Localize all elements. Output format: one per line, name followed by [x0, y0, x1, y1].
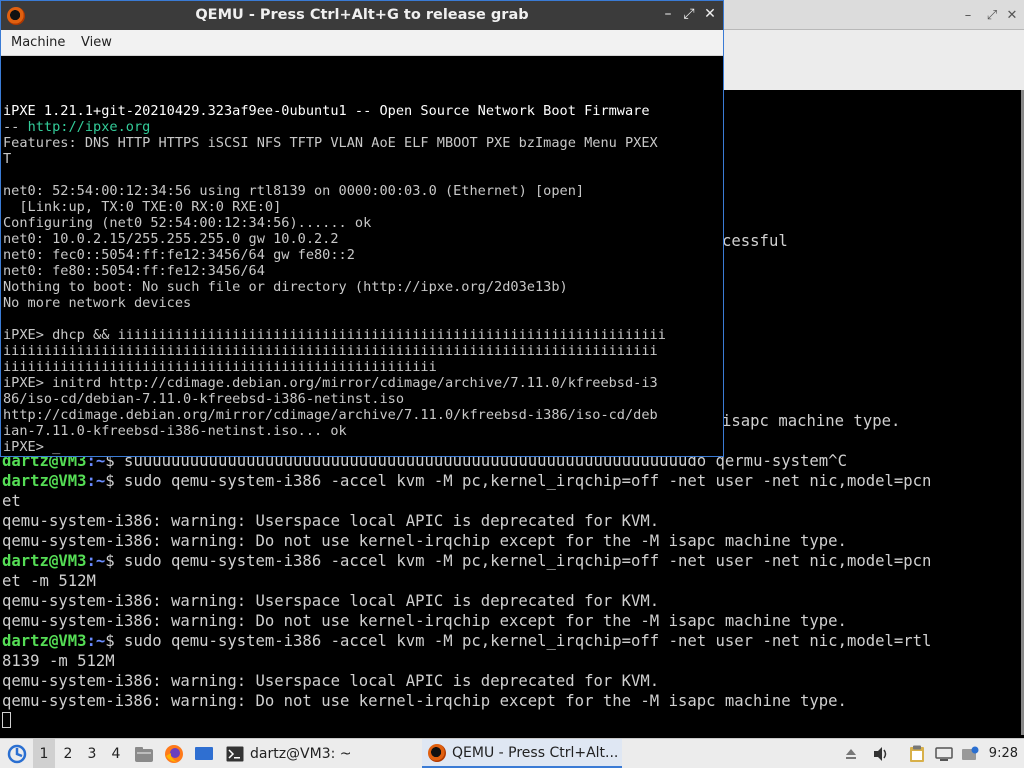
vm-console-line: net0: 10.0.2.15/255.255.255.0 gw 10.0.2.… [3, 231, 339, 247]
vm-console-line: T [3, 151, 12, 167]
workspace-3[interactable]: 3 [81, 739, 103, 768]
qemu-window[interactable]: QEMU - Press Ctrl+Alt+G to release grab … [0, 0, 724, 457]
workspace-1[interactable]: 1 [33, 739, 55, 768]
background-terminal-toolbar [723, 30, 1024, 90]
vm-console-line: net0: fe80::5054:ff:fe12:3456/64 [3, 263, 265, 279]
vm-console-line: iPXE> initrd http://cdimage.debian.org/m… [3, 375, 658, 391]
file-manager-icon[interactable] [132, 739, 156, 768]
terminal-prompt-line: dartz@VM3:~$ sudo qemu-system-i386 -acce… [2, 552, 932, 570]
terminal-cursor [2, 712, 11, 728]
maximize-icon[interactable]: ⤢ [984, 8, 1000, 23]
vm-console-line: Nothing to boot: No such file or directo… [3, 279, 568, 295]
terminal-line: qemu-system-i386: warning: Userspace loc… [2, 512, 660, 530]
vm-console-line: [Link:up, TX:0 TXE:0 RX:0 RXE:0] [3, 199, 282, 215]
vm-console-line: net0: fec0::5054:ff:fe12:3456/64 gw fe80… [3, 247, 355, 263]
terminal-line: qemu-system-i386: warning: Userspace loc… [2, 672, 660, 690]
close-icon[interactable]: ✕ [1004, 8, 1020, 23]
vm-console-line: Configuring (net0 52:54:00:12:34:56)....… [3, 215, 372, 231]
vm-console-line: -- http://ipxe.org [3, 119, 151, 135]
clock[interactable]: 9:28 [989, 746, 1018, 761]
workspace-2[interactable]: 2 [57, 739, 79, 768]
notification-icon[interactable] [959, 739, 981, 768]
terminal-icon [226, 746, 244, 762]
desktop-icon[interactable] [192, 739, 216, 768]
vm-console-line: iPXE 1.21.1+git-20210429.323af9ee-0ubunt… [3, 103, 650, 119]
eject-icon[interactable] [842, 739, 860, 768]
terminal-partial-line: cessful [722, 232, 788, 250]
vm-console-line: net0: 52:54:00:12:34:56 using rtl8139 on… [3, 183, 585, 199]
vm-console-prompt: iPXE> _ [3, 439, 61, 455]
terminal-prompt-line: dartz@VM3:~$ sudo qemu-system-i386 -acce… [2, 472, 932, 490]
vm-console-line: No more network devices [3, 295, 192, 311]
workspace-4[interactable]: 4 [105, 739, 127, 768]
vm-console-line: 86/iso-cd/debian-7.11.0-kfreebsd-i386-ne… [3, 391, 405, 407]
terminal-line: 8139 -m 512M [2, 652, 115, 670]
task-qemu[interactable]: QEMU - Press Ctrl+Alt... [422, 739, 622, 768]
vm-console-line: http://cdimage.debian.org/mirror/cdimage… [3, 407, 658, 423]
terminal-line: qemu-system-i386: warning: Do not use ke… [2, 612, 847, 630]
menu-machine[interactable]: Machine [11, 35, 65, 50]
close-icon[interactable]: ✕ [701, 6, 719, 22]
vm-console-line: ian-7.11.0-kfreebsd-i386-netinst.iso... … [3, 423, 347, 439]
terminal-partial-line: isapc machine type. [722, 412, 901, 430]
qemu-titlebar[interactable]: QEMU - Press Ctrl+Alt+G to release grab … [1, 1, 723, 30]
terminal-prompt-line: dartz@VM3:~$ sudo qemu-system-i386 -acce… [2, 632, 932, 650]
vm-console-line: Features: DNS HTTP HTTPS iSCSI NFS TFTP … [3, 135, 658, 151]
menu-view[interactable]: View [81, 35, 112, 50]
start-menu-icon[interactable] [4, 739, 30, 768]
task-terminal[interactable]: dartz@VM3: ~ [222, 739, 422, 768]
vm-console-line: iiiiiiiiiiiiiiiiiiiiiiiiiiiiiiiiiiiiiiii… [3, 343, 658, 359]
minimize-icon[interactable]: – [960, 8, 976, 23]
ipxe-link: http://ipxe.org [27, 119, 151, 135]
terminal-line: qemu-system-i386: warning: Do not use ke… [2, 532, 847, 550]
qemu-window-title: QEMU - Press Ctrl+Alt+G to release grab [195, 7, 529, 23]
maximize-icon[interactable]: ⤢ [680, 6, 698, 22]
clipboard-icon[interactable] [906, 739, 928, 768]
taskbar: 1 2 3 4 dartz@VM3: ~ QEMU - Press Ctrl+A… [0, 738, 1024, 768]
terminal-cursor-line [2, 711, 11, 731]
qemu-vm-display[interactable]: iPXE 1.21.1+git-20210429.323af9ee-0ubunt… [1, 56, 723, 456]
network-icon[interactable] [933, 739, 955, 768]
qemu-menubar: Machine View [1, 30, 723, 56]
task-label: dartz@VM3: ~ [250, 746, 352, 762]
firefox-icon[interactable] [162, 739, 186, 768]
vm-console-line: iiiiiiiiiiiiiiiiiiiiiiiiiiiiiiiiiiiiiiii… [3, 359, 437, 375]
task-label: QEMU - Press Ctrl+Alt... [452, 744, 619, 761]
minimize-icon[interactable]: – [659, 6, 677, 22]
vm-console-line: iPXE> dhcp && iiiiiiiiiiiiiiiiiiiiiiiiii… [3, 327, 666, 343]
volume-icon[interactable] [870, 739, 892, 768]
terminal-line: qemu-system-i386: warning: Userspace loc… [2, 592, 660, 610]
terminal-line: et -m 512M [2, 572, 96, 590]
terminal-line: et [2, 492, 21, 510]
qemu-icon [428, 743, 446, 762]
terminal-line: qemu-system-i386: warning: Do not use ke… [2, 692, 847, 710]
